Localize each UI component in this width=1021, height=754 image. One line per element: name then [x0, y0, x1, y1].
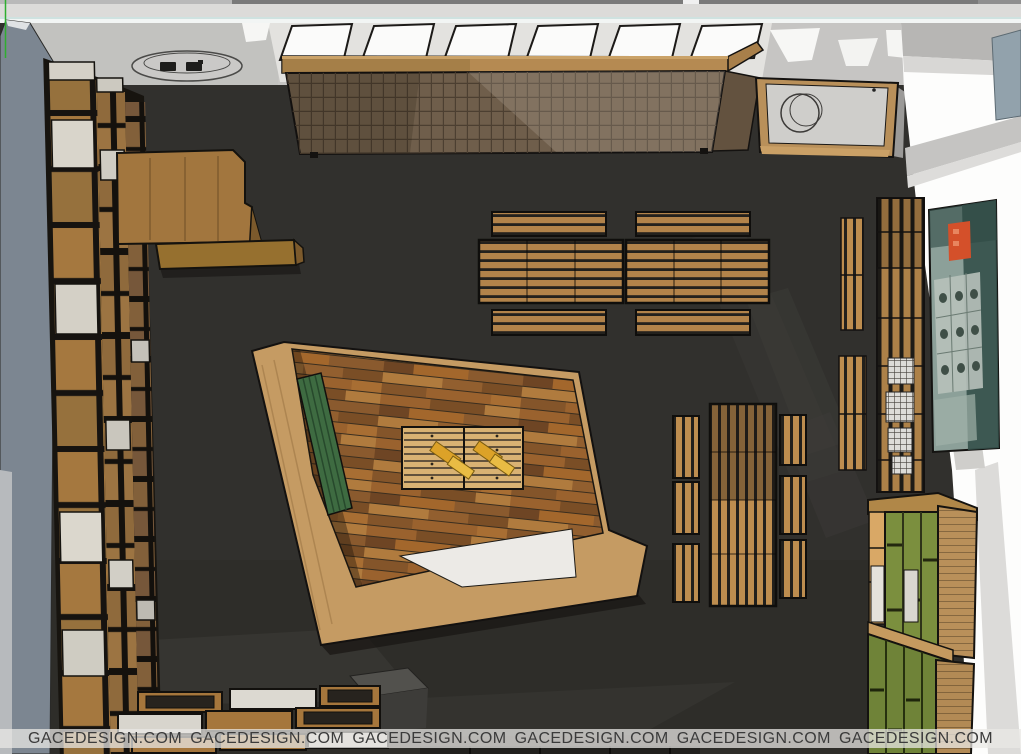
green-shelving-unit	[868, 493, 977, 754]
bench	[492, 310, 606, 335]
slat-wall-panel	[282, 42, 763, 158]
reading-area-right	[673, 404, 806, 606]
watermark-text: GACEDESIGN.COM	[515, 730, 669, 748]
slat-bench	[841, 218, 863, 330]
watermark-text: GACEDESIGN.COM	[677, 730, 831, 748]
watermark-text: GACEDESIGN.COM	[839, 730, 993, 748]
slat-bench	[839, 356, 866, 470]
watermark-bar: GACEDESIGN.COM GACEDESIGN.COM GACEDESIGN…	[0, 729, 1021, 748]
watermark-text: GACEDESIGN.COM	[28, 730, 182, 748]
table	[479, 240, 623, 303]
wall-poster	[929, 200, 999, 452]
watermark-text: GACEDESIGN.COM	[190, 730, 344, 748]
bench	[492, 212, 606, 236]
interior-render	[0, 0, 1021, 754]
wall-cabinet-unit	[756, 78, 905, 158]
poster-logo	[948, 221, 971, 261]
table	[626, 240, 769, 303]
platform-display-table	[402, 427, 523, 489]
render-viewport: GACEDESIGN.COM GACEDESIGN.COM GACEDESIGN…	[0, 0, 1021, 754]
watermark-text: GACEDESIGN.COM	[352, 730, 506, 748]
bench	[636, 310, 750, 335]
ceiling-speaker-panel	[132, 51, 242, 81]
speaker-icon	[160, 62, 176, 71]
bench	[636, 212, 750, 236]
